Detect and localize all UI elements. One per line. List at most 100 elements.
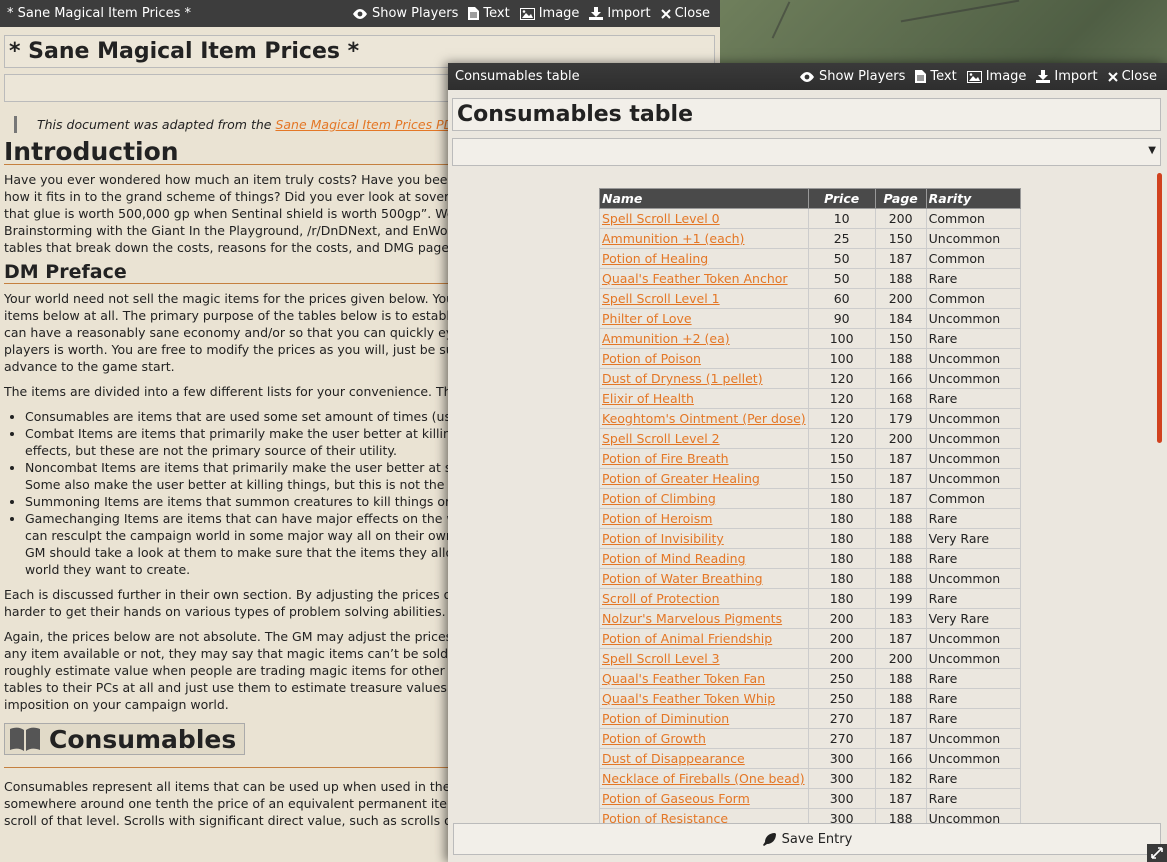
table-row: Scroll of Protection 180 199 Rare — [599, 588, 1021, 609]
item-name-link[interactable]: Potion of Poison — [602, 351, 701, 366]
item-price: 300 — [807, 768, 876, 789]
item-name-link[interactable]: Potion of Resistance — [602, 811, 728, 823]
item-name-cell[interactable]: Spell Scroll Level 2 — [599, 428, 809, 449]
item-name-cell[interactable]: Ammunition +2 (ea) — [599, 328, 809, 349]
item-name-cell[interactable]: Potion of Fire Breath — [599, 448, 809, 469]
item-name-link[interactable]: Dust of Dryness (1 pellet) — [602, 371, 763, 386]
item-name-link[interactable]: Potion of Climbing — [602, 491, 716, 506]
item-name-link[interactable]: Ammunition +1 (each) — [602, 231, 744, 246]
item-name-cell[interactable]: Philter of Love — [599, 308, 809, 329]
item-price: 100 — [807, 348, 876, 369]
item-name-cell[interactable]: Quaal's Feather Token Fan — [599, 668, 809, 689]
image-button[interactable]: Image — [966, 69, 1026, 84]
item-name-cell[interactable]: Potion of Growth — [599, 728, 809, 749]
item-price: 90 — [807, 308, 876, 329]
item-name-cell[interactable]: Dust of Dryness (1 pellet) — [599, 368, 809, 389]
item-name-link[interactable]: Elixir of Health — [602, 391, 694, 406]
table-row: Potion of Heroism 180 188 Rare — [599, 508, 1021, 529]
doc-title-field[interactable]: Consumables table — [452, 98, 1161, 131]
text-button[interactable]: Text — [915, 69, 957, 84]
import-button[interactable]: Import — [1036, 69, 1098, 84]
item-name-cell[interactable]: Potion of Animal Friendship — [599, 628, 809, 649]
download-icon — [1036, 70, 1051, 83]
item-name-cell[interactable]: Potion of Gaseous Form — [599, 788, 809, 809]
item-name-link[interactable]: Potion of Animal Friendship — [602, 631, 772, 646]
item-page: 168 — [874, 388, 927, 409]
item-name-link[interactable]: Potion of Greater Healing — [602, 471, 760, 486]
item-name-cell[interactable]: Potion of Greater Healing — [599, 468, 809, 489]
resize-handle[interactable] — [1147, 844, 1167, 862]
item-name-cell[interactable]: Quaal's Feather Token Whip — [599, 688, 809, 709]
item-name-link[interactable]: Quaal's Feather Token Anchor — [602, 271, 788, 286]
close-button[interactable]: Close — [1107, 69, 1157, 84]
item-name-link[interactable]: Spell Scroll Level 1 — [602, 291, 720, 306]
window-titlebar[interactable]: * Sane Magical Item Prices * Show Player… — [0, 0, 720, 27]
item-name-cell[interactable]: Spell Scroll Level 1 — [599, 288, 809, 309]
item-name-link[interactable]: Keoghtom's Ointment (Per dose) — [602, 411, 806, 426]
item-name-link[interactable]: Potion of Mind Reading — [602, 551, 746, 566]
eye-icon — [352, 8, 367, 19]
image-button[interactable]: Image — [519, 6, 579, 21]
expand-icon — [1151, 847, 1163, 859]
scrollbar-thumb[interactable] — [1157, 173, 1162, 443]
item-name-link[interactable]: Quaal's Feather Token Whip — [602, 691, 775, 706]
item-name-link[interactable]: Potion of Invisibility — [602, 531, 724, 546]
item-name-link[interactable]: Potion of Heroism — [602, 511, 712, 526]
item-page: 187 — [874, 448, 927, 469]
item-price: 250 — [807, 668, 876, 689]
table-row: Spell Scroll Level 1 60 200 Common — [599, 288, 1021, 309]
item-price: 270 — [807, 708, 876, 729]
item-name-link[interactable]: Philter of Love — [602, 311, 692, 326]
item-name-link[interactable]: Potion of Diminution — [602, 711, 729, 726]
doc-folder-select[interactable]: ▼ — [452, 138, 1161, 166]
item-name-link[interactable]: Scroll of Protection — [602, 591, 720, 606]
item-name-cell[interactable]: Necklace of Fireballs (One bead) — [599, 768, 809, 789]
item-name-cell[interactable]: Nolzur's Marvelous Pigments — [599, 608, 809, 629]
item-name-cell[interactable]: Ammunition +1 (each) — [599, 228, 809, 249]
show-players-button[interactable]: Show Players — [799, 69, 905, 84]
item-name-cell[interactable]: Spell Scroll Level 0 — [599, 208, 809, 229]
item-name-cell[interactable]: Potion of Climbing — [599, 488, 809, 509]
item-name-link[interactable]: Spell Scroll Level 2 — [602, 431, 720, 446]
item-rarity: Rare — [925, 588, 1021, 609]
item-name-cell[interactable]: Quaal's Feather Token Anchor — [599, 268, 809, 289]
item-name-cell[interactable]: Potion of Mind Reading — [599, 548, 809, 569]
item-name-cell[interactable]: Potion of Heroism — [599, 508, 809, 529]
item-name-link[interactable]: Potion of Growth — [602, 731, 706, 746]
item-name-cell[interactable]: Dust of Disappearance — [599, 748, 809, 769]
close-button[interactable]: Close — [660, 6, 710, 21]
item-name-link[interactable]: Potion of Healing — [602, 251, 708, 266]
item-name-link[interactable]: Spell Scroll Level 3 — [602, 651, 720, 666]
text-button[interactable]: Text — [468, 6, 510, 21]
item-name-link[interactable]: Necklace of Fireballs (One bead) — [602, 771, 805, 786]
source-pdf-link[interactable]: Sane Magical Item Prices PDF — [275, 117, 460, 132]
item-name-link[interactable]: Nolzur's Marvelous Pigments — [602, 611, 782, 626]
item-name-link[interactable]: Dust of Disappearance — [602, 751, 745, 766]
item-name-link[interactable]: Potion of Gaseous Form — [602, 791, 750, 806]
item-name-cell[interactable]: Potion of Poison — [599, 348, 809, 369]
item-name-link[interactable]: Potion of Water Breathing — [602, 571, 763, 586]
item-name-cell[interactable]: Potion of Healing — [599, 248, 809, 269]
item-name-link[interactable]: Ammunition +2 (ea) — [602, 331, 730, 346]
item-rarity: Very Rare — [925, 528, 1021, 549]
item-name-link[interactable]: Potion of Fire Breath — [602, 451, 729, 466]
item-name-link[interactable]: Quaal's Feather Token Fan — [602, 671, 765, 686]
item-name-cell[interactable]: Potion of Water Breathing — [599, 568, 809, 589]
item-price: 120 — [807, 428, 876, 449]
item-name-cell[interactable]: Scroll of Protection — [599, 588, 809, 609]
item-name-cell[interactable]: Elixir of Health — [599, 388, 809, 409]
item-rarity: Very Rare — [925, 608, 1021, 629]
window-titlebar[interactable]: Consumables table Show Players Text Imag… — [448, 63, 1167, 90]
item-name-cell[interactable]: Spell Scroll Level 3 — [599, 648, 809, 669]
item-name-cell[interactable]: Keoghtom's Ointment (Per dose) — [599, 408, 809, 429]
doc-content-area[interactable]: Name Price Page Rarity Spell Scroll Leve… — [448, 171, 1167, 823]
import-button[interactable]: Import — [589, 6, 651, 21]
item-page: 200 — [874, 288, 927, 309]
item-name-cell[interactable]: Potion of Resistance — [599, 808, 809, 823]
item-name-cell[interactable]: Potion of Diminution — [599, 708, 809, 729]
show-players-button[interactable]: Show Players — [352, 6, 458, 21]
save-entry-button[interactable]: Save Entry — [453, 823, 1161, 855]
item-name-link[interactable]: Spell Scroll Level 0 — [602, 211, 720, 226]
item-name-cell[interactable]: Potion of Invisibility — [599, 528, 809, 549]
item-page: 150 — [874, 228, 927, 249]
